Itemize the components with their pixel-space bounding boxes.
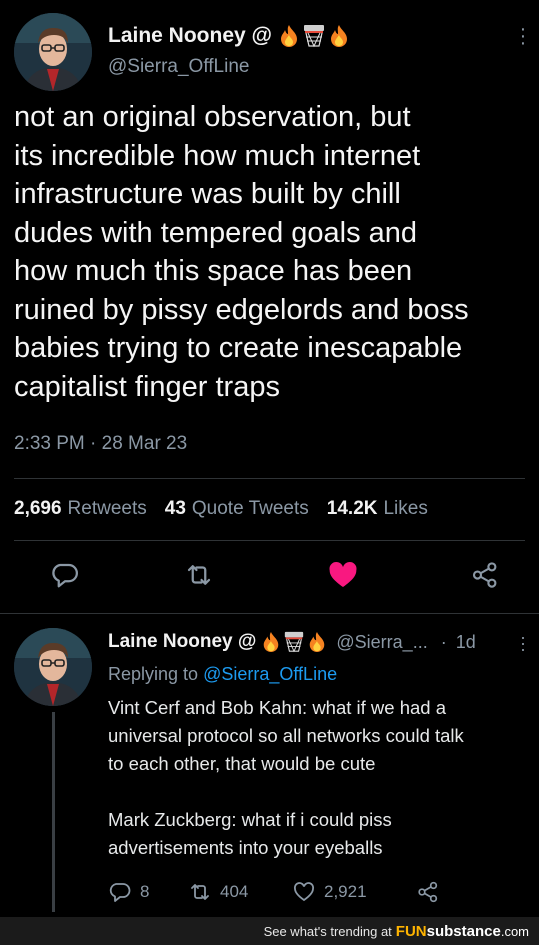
retweet-count: 404 <box>220 882 249 901</box>
share-icon <box>418 881 438 903</box>
fire-emoji-icon <box>310 632 325 652</box>
tweet-stats: 2,696 Retweets 43 Quote Tweets 14.2K Likes <box>14 498 428 520</box>
likes-label: Likes <box>383 498 428 519</box>
fire-emoji-icon <box>281 25 298 47</box>
name-emojis <box>278 24 350 48</box>
reply-actions: 8 404 2,921 <box>108 880 440 904</box>
replying-prefix: Replying to <box>108 664 199 684</box>
reply-icon <box>109 883 131 902</box>
reply-time[interactable]: 1d <box>456 632 476 653</box>
like-count: 2,921 <box>324 882 367 901</box>
retweet-icon <box>191 884 209 900</box>
reply-icon <box>52 563 78 588</box>
brand-part-a: FUN <box>395 922 427 940</box>
divider <box>14 478 525 479</box>
quotes-count: 43 <box>164 498 186 519</box>
reply-author-handle[interactable]: @Sierra_... <box>336 632 427 653</box>
tweet-actions <box>0 558 539 594</box>
reply-author-name[interactable]: Laine Nooney @ <box>108 631 256 653</box>
fire-emoji-icon <box>264 632 279 652</box>
reply-like-button[interactable]: 2,921 <box>292 880 416 904</box>
footer-brand[interactable]: FUNsubstance.com <box>396 923 529 940</box>
reply-count: 8 <box>140 882 150 901</box>
name-emojis <box>261 631 327 653</box>
brand-suffix: .com <box>500 923 529 939</box>
quotes-label: Quote Tweets <box>191 498 309 519</box>
reply-share-button[interactable] <box>416 880 440 904</box>
more-icon[interactable]: · · · <box>519 19 527 53</box>
fire-emoji-icon <box>331 25 348 47</box>
author-name[interactable]: Laine Nooney @ <box>108 24 272 48</box>
replying-handle-link[interactable]: @Sierra_OffLine <box>203 664 337 684</box>
replying-to: Replying to @Sierra_OffLine <box>108 664 337 685</box>
brand-part-b: substance <box>426 922 501 940</box>
retweet-button[interactable] <box>182 558 216 592</box>
share-button[interactable] <box>468 558 502 592</box>
author-handle[interactable]: @Sierra_OffLine <box>108 56 249 78</box>
retweets-stat[interactable]: 2,696 Retweets <box>14 498 147 520</box>
quotes-stat[interactable]: 43 Quote Tweets <box>165 498 309 520</box>
likes-stat[interactable]: 14.2K Likes <box>327 498 428 520</box>
divider <box>14 540 525 541</box>
basketball-hoop-emoji-icon <box>304 25 325 48</box>
reply-avatar[interactable] <box>14 628 92 706</box>
reply-button[interactable] <box>48 558 82 592</box>
retweets-label: Retweets <box>67 498 147 519</box>
avatar[interactable] <box>14 13 92 91</box>
heart-icon <box>329 561 357 587</box>
retweets-count: 2,696 <box>14 498 62 519</box>
more-icon[interactable]: · · · <box>519 628 527 658</box>
basketball-hoop-emoji-icon <box>285 631 304 653</box>
retweet-icon <box>187 565 211 585</box>
separator-dot: · <box>440 631 447 652</box>
heart-icon <box>294 882 314 902</box>
likes-count: 14.2K <box>326 498 378 519</box>
reply-author-row: Laine Nooney @ @Sierra_... · 1d <box>108 631 476 653</box>
reply-text: Vint Cerf and Bob Kahn: what if we had a… <box>108 697 464 858</box>
tweet-text: not an original observation, but its inc… <box>14 101 469 403</box>
thread-line <box>52 712 55 912</box>
like-button[interactable] <box>326 558 360 592</box>
watermark-footer: See what's trending at FUNsubstance.com <box>0 917 539 945</box>
reply-reply-button[interactable]: 8 <box>108 880 188 904</box>
main-tweet: Laine Nooney @ @Sierra_OffLine · · · not a… <box>0 0 539 614</box>
share-icon <box>472 562 497 588</box>
tweet-timestamp[interactable]: 2:33 PM · 28 Mar 23 <box>14 433 187 455</box>
author-row: Laine Nooney @ <box>108 24 350 48</box>
reply-retweet-button[interactable]: 404 <box>188 880 292 904</box>
footer-text: See what's trending at <box>263 923 392 939</box>
